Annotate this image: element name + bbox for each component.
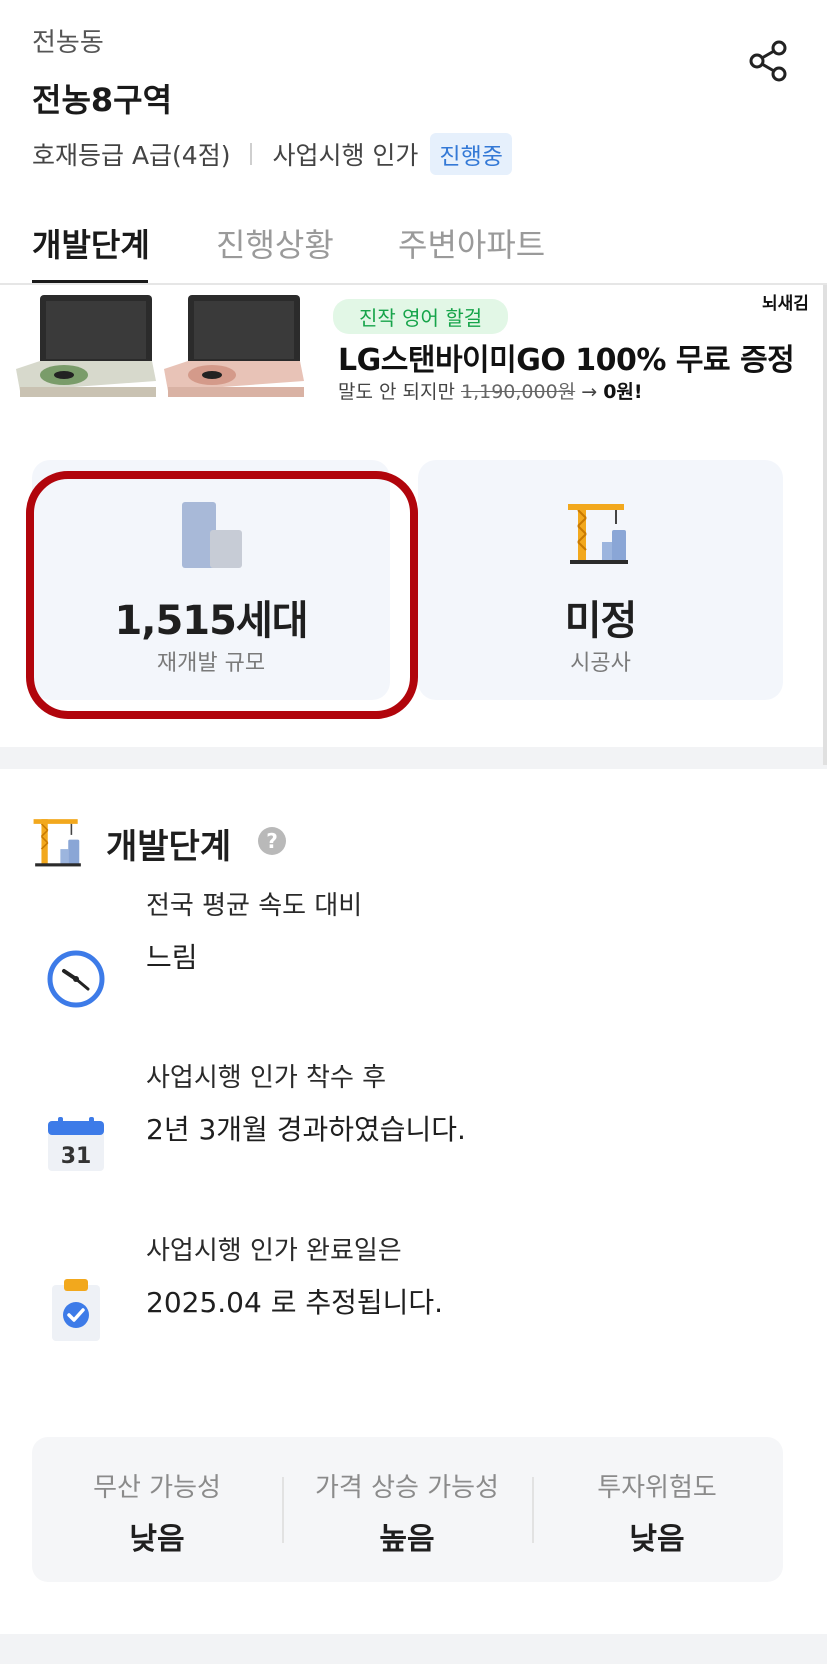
ad-arrow: →: [575, 381, 604, 403]
summary-value: 낮음: [129, 1522, 185, 1557]
tab-development-stage[interactable]: 개발단계: [32, 220, 150, 266]
speed-value: 느림: [146, 941, 198, 974]
elapsed-label: 사업시행 인가 착수 후: [146, 1063, 387, 1093]
summary-value: 낮음: [629, 1522, 685, 1557]
builder-card[interactable]: 미정 시공사: [418, 460, 783, 700]
tab-nearby-apartments[interactable]: 주변아파트: [398, 220, 545, 266]
share-icon: [749, 40, 787, 82]
status-badge: 진행중: [430, 133, 512, 175]
stage-text: 사업시행 인가: [272, 141, 419, 170]
summary-item: 투자위험도 낮음: [532, 1467, 782, 1558]
speed-row: 전국 평균 속도 대비 느림: [146, 885, 362, 976]
builder-label: 시공사: [570, 651, 631, 676]
ad-sub-prefix: 말도 안 되지만: [338, 381, 461, 403]
ad-banner[interactable]: 진작 영어 할걸 LG스탠바이미GO 100% 무료 증정 말도 안 되지만 1…: [0, 285, 827, 417]
share-button[interactable]: [746, 38, 792, 84]
product-image: [16, 295, 156, 397]
dong-name: 전농동: [32, 28, 104, 58]
completion-row: 사업시행 인가 완료일은 2025.04 로 추정됩니다.: [146, 1230, 443, 1321]
summary-item: 가격 상승 가능성 높음: [282, 1467, 532, 1558]
ad-title: LG스탠바이미GO 100% 무료 증정: [338, 343, 795, 378]
speed-label: 전국 평균 속도 대비: [146, 891, 363, 921]
ad-subtitle: 말도 안 되지만 1,190,000원 → 0원!: [338, 377, 643, 404]
redevelopment-scale-card[interactable]: 1,515세대 재개발 규모: [32, 460, 390, 700]
summary-title: 투자위험도: [597, 1473, 717, 1503]
builder-value: 미정: [564, 598, 638, 644]
product-image: [164, 295, 304, 397]
divider: [250, 143, 253, 165]
scale-value: 1,515세대: [114, 598, 308, 644]
completion-label: 사업시행 인가 완료일은: [146, 1236, 402, 1266]
ad-tag: 진작 영어 할걸: [333, 299, 509, 334]
help-icon[interactable]: ?: [258, 827, 286, 855]
section-divider: [0, 747, 827, 769]
page-title: 전농8구역: [32, 81, 173, 119]
crane-icon: [568, 504, 628, 564]
meta-row: 호재등급 A급(4점) 사업시행 인가 진행중: [32, 133, 512, 175]
section-title: 개발단계: [106, 827, 232, 867]
elapsed-value: 2년 3개월 경과하였습니다.: [146, 1113, 466, 1146]
risk-summary: 무산 가능성 낮음 가격 상승 가능성 높음 투자위험도 낮음: [32, 1437, 783, 1582]
calendar-icon: 31: [48, 1117, 104, 1171]
calendar-day: 31: [61, 1144, 92, 1169]
ad-price: 0원!: [603, 381, 643, 403]
scale-label: 재개발 규모: [156, 651, 266, 676]
summary-title: 가격 상승 가능성: [315, 1473, 499, 1503]
stats-section: 1,515세대 재개발 규모 미정 시공사: [0, 417, 827, 747]
completion-value: 2025.04 로 추정됩니다.: [146, 1286, 444, 1319]
summary-title: 무산 가능성: [93, 1473, 221, 1503]
tab-progress[interactable]: 진행상황: [216, 220, 334, 266]
page-header: 전농동 전농8구역 호재등급 A급(4점) 사업시행 인가 진행중 개발단계 진…: [0, 0, 827, 285]
ad-original-price: 1,190,000원: [461, 381, 576, 403]
building-icon: [182, 502, 242, 568]
ad-brand: 뇌새김: [762, 294, 809, 314]
bottom-divider: [0, 1634, 827, 1664]
scrollbar-track[interactable]: [823, 285, 827, 765]
clipboard-check-icon: [52, 1279, 100, 1341]
tab-bar: 개발단계 진행상황 주변아파트: [0, 210, 827, 285]
clock-icon: [47, 950, 105, 1008]
grade-text: 호재등급 A급(4점): [32, 141, 231, 170]
crane-icon: [33, 819, 81, 867]
summary-value: 높음: [379, 1522, 435, 1557]
summary-item: 무산 가능성 낮음: [32, 1467, 282, 1558]
elapsed-row: 사업시행 인가 착수 후 2년 3개월 경과하였습니다.: [146, 1057, 466, 1148]
development-stage-section: 개발단계 ? 전국 평균 속도 대비 느림 31 사업시행 인가 착수 후 2년…: [0, 769, 827, 1634]
